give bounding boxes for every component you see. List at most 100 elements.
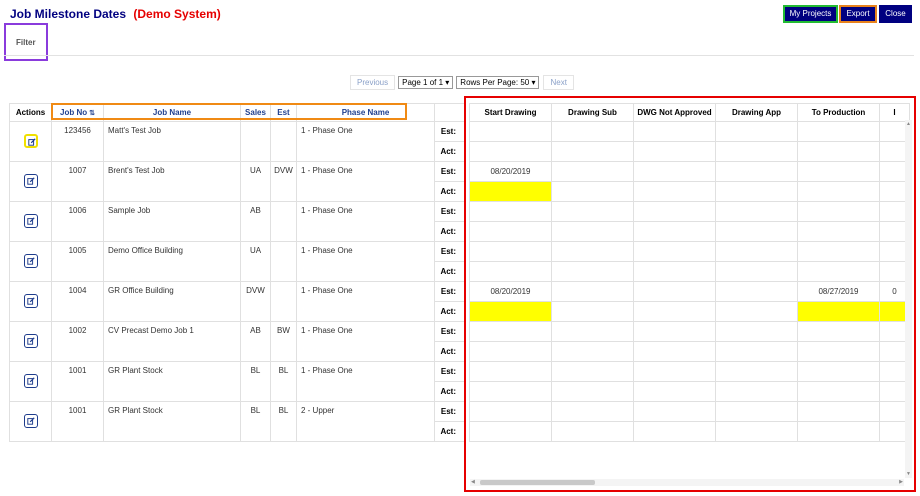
milestone-act-cell[interactable]	[797, 261, 880, 282]
milestone-est-cell[interactable]	[633, 241, 716, 262]
milestone-act-cell[interactable]	[469, 421, 552, 442]
milestone-act-cell[interactable]	[633, 141, 716, 162]
milestone-act-cell[interactable]	[469, 221, 552, 242]
milestone-est-cell[interactable]	[797, 361, 880, 382]
milestone-act-cell[interactable]	[551, 261, 634, 282]
page-select[interactable]: Page 1 of 1 ▾	[398, 75, 454, 89]
edit-button[interactable]	[23, 173, 38, 188]
milestone-est-cell[interactable]	[797, 161, 880, 182]
milestone-est-cell[interactable]	[551, 201, 634, 222]
col-est[interactable]: Est	[270, 103, 297, 122]
milestone-act-cell[interactable]	[797, 301, 880, 322]
milestone-act-cell[interactable]	[633, 261, 716, 282]
edit-button[interactable]	[23, 213, 38, 228]
milestone-act-cell[interactable]	[551, 141, 634, 162]
rows-per-page-select[interactable]: Rows Per Page: 50 ▾	[456, 75, 540, 89]
milestone-act-cell[interactable]	[469, 341, 552, 362]
milestone-act-cell[interactable]	[797, 421, 880, 442]
milestone-act-cell[interactable]	[715, 421, 798, 442]
milestone-est-cell[interactable]	[633, 401, 716, 422]
milestone-est-cell[interactable]: 08/27/2019	[797, 281, 880, 302]
milestone-act-cell[interactable]	[633, 381, 716, 402]
milestone-est-cell[interactable]	[715, 241, 798, 262]
milestone-act-cell[interactable]	[797, 381, 880, 402]
milestone-est-cell[interactable]	[797, 201, 880, 222]
milestone-est-cell[interactable]	[551, 161, 634, 182]
col-job-name[interactable]: Job Name	[103, 103, 241, 122]
milestone-act-cell[interactable]	[469, 181, 552, 202]
milestone-est-cell[interactable]: 08/20/2019	[469, 281, 552, 302]
milestone-est-cell[interactable]	[551, 121, 634, 142]
milestone-est-cell[interactable]	[633, 321, 716, 342]
milestone-est-cell[interactable]	[715, 401, 798, 422]
milestone-act-cell[interactable]	[551, 421, 634, 442]
milestone-est-cell[interactable]	[469, 401, 552, 422]
milestone-est-cell[interactable]: 08/20/2019	[469, 161, 552, 182]
milestone-act-cell[interactable]	[797, 341, 880, 362]
milestone-act-cell[interactable]	[551, 181, 634, 202]
edit-button[interactable]	[23, 373, 38, 388]
milestone-est-cell[interactable]	[797, 121, 880, 142]
milestone-act-cell[interactable]	[715, 181, 798, 202]
milestone-act-cell[interactable]	[633, 181, 716, 202]
milestone-est-cell[interactable]	[797, 401, 880, 422]
milestone-est-cell[interactable]	[633, 121, 716, 142]
milestone-act-cell[interactable]	[797, 141, 880, 162]
milestone-est-cell[interactable]	[715, 201, 798, 222]
milestone-act-cell[interactable]	[551, 301, 634, 322]
milestone-est-cell[interactable]	[469, 201, 552, 222]
milestone-est-cell[interactable]	[633, 201, 716, 222]
milestone-est-cell[interactable]	[797, 321, 880, 342]
scroll-right-icon[interactable]: ▶	[899, 479, 903, 485]
milestone-est-cell[interactable]	[797, 241, 880, 262]
milestone-act-cell[interactable]	[715, 221, 798, 242]
previous-button[interactable]: Previous	[350, 74, 396, 90]
milestone-est-cell[interactable]	[633, 361, 716, 382]
milestone-est-cell[interactable]	[715, 281, 798, 302]
milestone-act-cell[interactable]	[633, 421, 716, 442]
milestone-est-cell[interactable]	[469, 361, 552, 382]
scroll-down-icon[interactable]: ▼	[906, 471, 911, 477]
milestone-act-cell[interactable]	[715, 381, 798, 402]
milestone-est-cell[interactable]	[633, 281, 716, 302]
edit-button[interactable]	[23, 333, 38, 348]
scroll-left-icon[interactable]: ◀	[471, 479, 475, 485]
milestone-est-cell[interactable]	[469, 121, 552, 142]
milestone-act-cell[interactable]	[469, 261, 552, 282]
milestone-est-cell[interactable]	[551, 361, 634, 382]
vertical-scrollbar[interactable]: ▲ ▼	[905, 120, 912, 478]
milestone-act-cell[interactable]	[633, 341, 716, 362]
col-phase-name[interactable]: Phase Name	[296, 103, 435, 122]
milestone-est-cell[interactable]	[715, 121, 798, 142]
milestone-act-cell[interactable]	[715, 261, 798, 282]
export-button[interactable]: Export	[839, 5, 877, 23]
milestone-est-cell[interactable]	[551, 401, 634, 422]
milestone-act-cell[interactable]	[551, 381, 634, 402]
milestone-act-cell[interactable]	[715, 141, 798, 162]
milestone-act-cell[interactable]	[551, 221, 634, 242]
milestone-act-cell[interactable]	[715, 341, 798, 362]
milestone-act-cell[interactable]	[797, 221, 880, 242]
milestone-est-cell[interactable]	[633, 161, 716, 182]
milestone-act-cell[interactable]	[797, 181, 880, 202]
milestone-est-cell[interactable]	[715, 161, 798, 182]
milestone-act-cell[interactable]	[551, 341, 634, 362]
milestone-act-cell[interactable]	[633, 221, 716, 242]
milestone-est-cell[interactable]	[551, 241, 634, 262]
milestone-act-cell[interactable]	[633, 301, 716, 322]
col-sales[interactable]: Sales	[240, 103, 271, 122]
scroll-thumb[interactable]	[480, 480, 595, 485]
milestone-est-cell[interactable]	[715, 361, 798, 382]
milestone-act-cell[interactable]	[469, 381, 552, 402]
edit-button[interactable]	[23, 413, 38, 428]
edit-button[interactable]	[23, 253, 38, 268]
edit-button[interactable]	[23, 293, 38, 308]
milestone-est-cell[interactable]	[469, 321, 552, 342]
milestone-est-cell[interactable]	[551, 281, 634, 302]
edit-button[interactable]	[23, 133, 38, 148]
col-job-no[interactable]: Job No ⇅	[51, 103, 104, 122]
milestone-est-cell[interactable]	[715, 321, 798, 342]
next-button[interactable]: Next	[543, 74, 574, 90]
milestone-act-cell[interactable]	[469, 301, 552, 322]
close-button[interactable]: Close	[879, 5, 912, 23]
